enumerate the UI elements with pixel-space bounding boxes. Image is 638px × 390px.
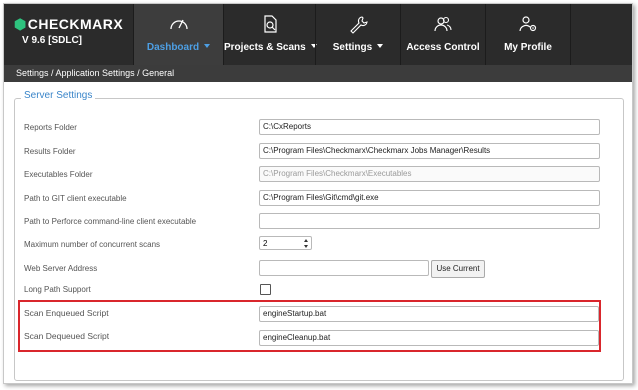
nav-projects-label: Projects & Scans: [224, 42, 306, 53]
version-label: V 9.6 [SDLC]: [22, 35, 83, 46]
git-path-label: Path to GIT client executable: [24, 194, 127, 203]
reports-folder-label: Reports Folder: [24, 123, 77, 132]
checkmarx-logo: ⬢CHECKMARX: [14, 16, 123, 33]
user-gear-icon: [486, 14, 570, 34]
perforce-path-label: Path to Perforce command-line client exe…: [24, 217, 197, 226]
max-scans-label: Maximum number of concurrent scans: [24, 240, 161, 249]
chevron-down-icon: [204, 44, 211, 48]
brand-name: CHECKMARX: [27, 16, 124, 32]
reports-folder-input[interactable]: C:\CxReports: [259, 119, 600, 135]
use-current-button[interactable]: Use Current: [431, 260, 485, 278]
scan-dequeued-label: Scan Dequeued Script: [24, 329, 114, 343]
scan-enqueued-input[interactable]: engineStartup.bat: [259, 306, 599, 322]
results-folder-label: Results Folder: [24, 147, 76, 156]
spinner-arrows-icon[interactable]: [304, 239, 309, 248]
nav-settings-label: Settings: [332, 42, 373, 53]
app-window: ⬢CHECKMARX V 9.6 [SDLC] Dashboard Projec…: [3, 3, 633, 384]
top-navigation-bar: ⬢CHECKMARX V 9.6 [SDLC] Dashboard Projec…: [4, 4, 632, 65]
users-icon: [401, 14, 485, 34]
brand-area[interactable]: ⬢CHECKMARX V 9.6 [SDLC]: [4, 4, 133, 65]
web-server-label: Web Server Address: [24, 264, 98, 273]
max-scans-value: 2: [263, 239, 268, 248]
nav-my-profile-label: My Profile: [504, 42, 552, 53]
executables-folder-input: C:\Program Files\Checkmarx\Executables: [259, 166, 600, 182]
nav-access-control[interactable]: Access Control: [400, 4, 485, 65]
scan-enqueued-label: Scan Enqueued Script: [24, 306, 113, 320]
gauge-icon: [134, 14, 223, 34]
max-scans-stepper[interactable]: 2: [259, 236, 312, 250]
nav-dashboard[interactable]: Dashboard: [133, 4, 223, 65]
perforce-path-input[interactable]: [259, 213, 600, 229]
chevron-down-icon: [377, 44, 384, 48]
nav-dashboard-label: Dashboard: [146, 42, 200, 53]
brand-mark-icon: ⬢: [14, 16, 27, 32]
results-folder-input[interactable]: C:\Program Files\Checkmarx\Checkmarx Job…: [259, 143, 600, 159]
executables-folder-label: Executables Folder: [24, 170, 93, 179]
long-path-label: Long Path Support: [24, 285, 91, 294]
section-title: Server Settings: [21, 90, 96, 101]
git-path-input[interactable]: C:\Program Files\Git\cmd\git.exe: [259, 190, 600, 206]
web-server-input[interactable]: [259, 260, 429, 276]
document-search-icon: [224, 14, 315, 34]
long-path-checkbox[interactable]: [260, 284, 271, 295]
nav-my-profile[interactable]: My Profile: [485, 4, 570, 65]
nav-access-control-label: Access Control: [406, 42, 480, 53]
wrench-icon: [316, 14, 400, 34]
nav-spacer: [570, 4, 632, 65]
breadcrumb: Settings / Application Settings / Genera…: [4, 65, 632, 82]
nav-settings[interactable]: Settings: [315, 4, 400, 65]
nav-projects-scans[interactable]: Projects & Scans: [223, 4, 317, 65]
scan-dequeued-input[interactable]: engineCleanup.bat: [259, 330, 599, 346]
